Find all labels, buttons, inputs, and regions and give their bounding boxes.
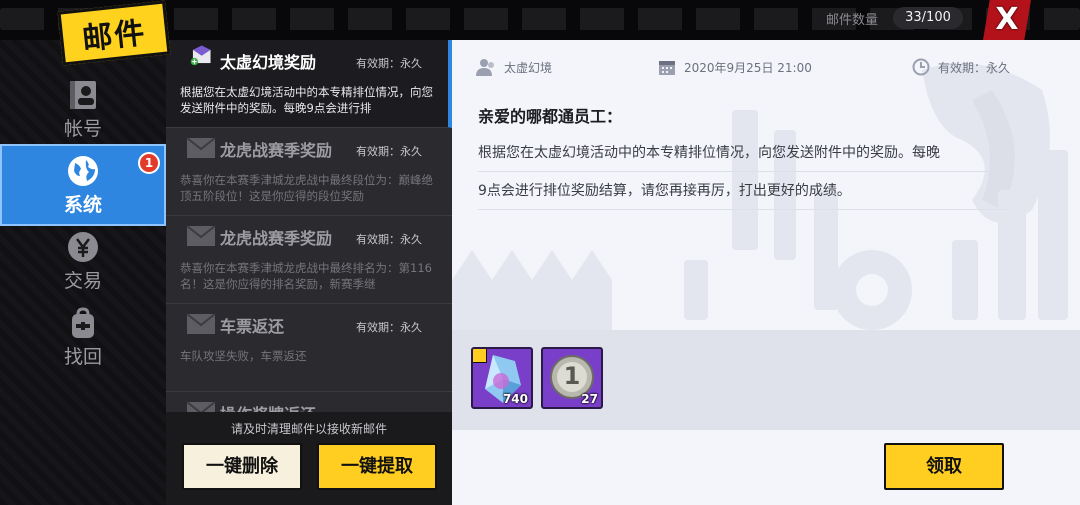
mail-preview: 恭喜你在本赛季津城龙虎战中最终段位为：巅峰绝顶五阶段位！这是你应得的段位奖励 <box>180 173 433 203</box>
mail-item[interactable]: 操作奖牌返还 <box>166 392 452 412</box>
mail-item[interactable]: 龙虎战赛季奖励 有效期：永久 恭喜你在本赛季津城龙虎战中最终排名为：第116名！… <box>166 216 452 304</box>
mail-preview: 恭喜你在本赛季津城龙虎战中最终排名为：第116名！这是你应得的排名奖励，新赛季继 <box>180 261 432 291</box>
nav-label: 交易 <box>63 269 102 292</box>
mail-sender: 太虚幻境 <box>476 58 552 76</box>
mail-preview: 车队攻坚失败，车票返还 <box>180 349 307 363</box>
envelope-icon <box>186 313 216 334</box>
nav-item-trade[interactable]: 交易 <box>0 220 166 302</box>
yen-coin-icon <box>66 230 100 264</box>
attachment-item[interactable]: 1 27 <box>541 347 603 409</box>
mail-title: 龙虎战赛季奖励 <box>220 141 333 160</box>
left-nav: 帐号 系统 1 交易 找回 <box>0 40 166 505</box>
mail-title: 操作奖牌返还 <box>220 401 316 412</box>
attachment-qty: 740 <box>502 392 528 406</box>
globe-icon <box>66 154 100 188</box>
mail-count: 33/100 <box>893 7 963 29</box>
mail-body-line: 9点会进行排位奖励结算，请您再接再厉，打出更好的成绩。 <box>478 172 1008 210</box>
nav-label: 系统 <box>63 193 102 216</box>
mail-list: 太虚幻境奖励 有效期：永久 根据您在太虚幻境活动中的本专精排位情况，向您发送附件… <box>166 40 452 412</box>
nav-item-recover[interactable]: 找回 <box>0 296 166 378</box>
mail-count-label: 邮件数量 <box>826 13 879 28</box>
attachment-qty: 27 <box>581 392 598 406</box>
mail-date-text: 2020年9月25日 21:00 <box>684 60 812 75</box>
envelope-icon <box>186 137 216 158</box>
nav-label: 帐号 <box>63 117 102 140</box>
timer-icon <box>473 349 487 363</box>
attachment-item[interactable]: 740 <box>471 347 533 409</box>
mail-body-line: 根据您在太虚幻境活动中的本专精排位情况，向您发送附件中的奖励。每晚 <box>478 134 1008 172</box>
notification-badge: 1 <box>138 152 160 174</box>
mail-title: 太虚幻境奖励 <box>220 53 317 72</box>
nav-item-account[interactable]: 帐号 <box>0 68 166 150</box>
mail-preview: 根据您在太虚幻境活动中的本专精排位情况，向您发送附件中的奖励。每晚9点会进行排 <box>180 85 433 115</box>
open-envelope-icon <box>190 45 211 66</box>
nav-label: 找回 <box>63 345 102 368</box>
sender-name: 太虚幻境 <box>504 60 553 75</box>
mail-date: 2020年9月25日 21:00 <box>658 58 812 76</box>
clock-icon <box>912 58 930 76</box>
claim-all-button[interactable]: 一键提取 <box>317 443 437 490</box>
mail-title: 车票返还 <box>220 317 285 336</box>
page-title-text: 邮件 <box>80 15 149 58</box>
mail-greeting: 亲爱的哪都通员工： <box>478 107 623 126</box>
attachments-area: 740 1 27 <box>452 330 1080 430</box>
coin-face-text: 1 <box>563 362 581 390</box>
nav-item-system[interactable]: 系统 1 <box>0 144 166 226</box>
calendar-icon <box>659 61 675 75</box>
account-card-icon <box>66 78 100 112</box>
delete-all-button[interactable]: 一键删除 <box>182 443 302 490</box>
mail-item[interactable]: 车票返还 有效期：永久 车队攻坚失败，车票返还 <box>166 304 452 392</box>
mail-expiry: 有效期：永久 <box>356 233 422 246</box>
claim-button[interactable]: 领取 <box>884 443 1004 490</box>
mail-list-footer: 请及时清理邮件以接收新邮件 一键删除 一键提取 <box>166 412 452 505</box>
expiry-text: 有效期：永久 <box>938 60 1011 75</box>
mail-expiry-detail: 有效期：永久 <box>912 58 1010 76</box>
envelope-icon <box>186 401 216 412</box>
mail-expiry: 有效期：永久 <box>356 321 422 334</box>
close-icon: X <box>995 2 1019 37</box>
mail-title: 龙虎战赛季奖励 <box>220 229 333 248</box>
mail-item[interactable]: 太虚幻境奖励 有效期：永久 根据您在太虚幻境活动中的本专精排位情况，向您发送附件… <box>166 40 452 128</box>
envelope-icon <box>186 225 216 246</box>
mail-item[interactable]: 龙虎战赛季奖励 有效期：永久 恭喜你在本赛季津城龙虎战中最终段位为：巅峰绝顶五阶… <box>166 128 452 216</box>
close-button[interactable]: X <box>983 0 1031 40</box>
cleanup-tip: 请及时清理邮件以接收新邮件 <box>230 422 387 436</box>
mail-expiry: 有效期：永久 <box>356 57 422 70</box>
backpack-icon <box>66 306 100 340</box>
page-title: 邮件 <box>57 0 171 66</box>
person-icon <box>476 59 494 76</box>
mail-expiry: 有效期：永久 <box>356 145 422 158</box>
mail-detail-panel: 太虚幻境 2020年9月25日 21:00 有效期：永久 亲爱的哪都通员工： 根… <box>452 40 1080 505</box>
